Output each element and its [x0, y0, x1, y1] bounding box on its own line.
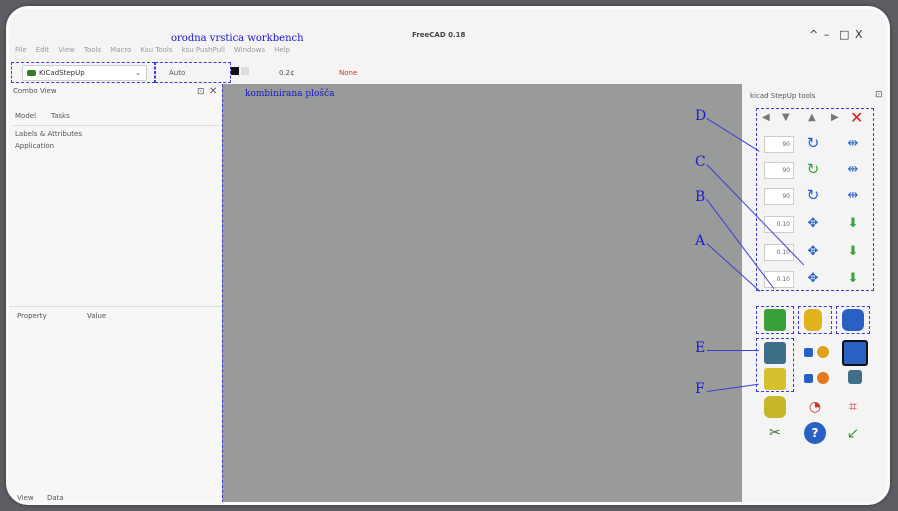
title-bar [9, 9, 887, 49]
rotate-z-icon[interactable]: ↻ [802, 184, 824, 206]
sketch-icon[interactable]: ↙ [842, 422, 864, 444]
tree-item-application[interactable]: Application [15, 142, 54, 150]
menu-macro[interactable]: Macro [110, 46, 131, 60]
menu-ksu-pushpull[interactable]: ksu PushPull [182, 46, 225, 60]
draw-style-label: Auto [169, 69, 186, 77]
window-maximize-button[interactable]: □ [839, 28, 849, 41]
reset-x-icon[interactable]: ✕ [850, 108, 863, 127]
nav-left-icon[interactable]: ◀ [762, 112, 770, 123]
menu-ksu-tools[interactable]: Ksu Tools [140, 46, 172, 60]
box-icon[interactable] [848, 370, 862, 384]
label-b: B [695, 189, 706, 205]
rot-z-value[interactable]: 90 [764, 188, 794, 205]
push-z-icon[interactable]: ⬇ [842, 267, 864, 289]
move-z-value[interactable]: 0.10 [764, 271, 794, 288]
push-y-icon[interactable]: ⬇ [842, 240, 864, 262]
load-footprint-icon[interactable] [764, 368, 786, 390]
move-y-value[interactable]: 0.10 [764, 244, 794, 261]
3d-model-icon[interactable] [842, 340, 868, 366]
property-header: Property [17, 312, 47, 320]
pcb-board-icon[interactable] [764, 309, 786, 331]
tab-tasks[interactable]: Tasks [51, 112, 70, 120]
face-color-swatch[interactable] [241, 67, 249, 75]
align-x-icon[interactable]: ⇹ [842, 132, 864, 154]
combo-view-title: Combo View [13, 87, 57, 95]
auto-highlight [155, 62, 231, 83]
kicad-stepup-tools-panel: kicad StepUp tools ⊡ ◀ ▼ ▲ ▶ ✕ 90 90 90 … [742, 84, 887, 502]
align-z-icon[interactable]: ⇹ [842, 184, 864, 206]
menu-view[interactable]: View [58, 46, 75, 60]
right-panel-title: kicad StepUp tools [750, 92, 816, 100]
nav-up-icon[interactable]: ▲ [808, 112, 816, 123]
menu-windows[interactable]: Windows [234, 46, 265, 60]
annotation-workbench: orodna vrstica workbench [171, 33, 304, 44]
push-x-icon[interactable]: ⬇ [842, 212, 864, 234]
splitter[interactable] [9, 306, 222, 307]
line-width-input[interactable]: 0.2¢ [279, 69, 295, 77]
nav-down-icon[interactable]: ▼ [782, 112, 790, 123]
checkbox-2-icon[interactable] [804, 374, 813, 383]
window-minimize-button[interactable]: – [824, 28, 830, 41]
checkbox-1-icon[interactable] [804, 348, 813, 357]
draw-style-auto[interactable]: Auto [169, 69, 185, 77]
tab-model[interactable]: Model [15, 112, 36, 120]
hole-icon[interactable]: ◔ [804, 396, 826, 418]
rot-x-value[interactable]: 90 [764, 136, 794, 153]
move-z-icon[interactable]: ✥ [802, 267, 824, 289]
line-color-swatch[interactable] [231, 67, 239, 75]
window-close-button[interactable]: X [855, 28, 863, 41]
app-frame: FreeCAD 0.18 ^ – □ X orodna vrstica work… [6, 6, 890, 505]
none-label: None [339, 69, 358, 77]
menu-tools[interactable]: Tools [84, 46, 101, 60]
tab-data[interactable]: Data [47, 494, 64, 502]
label-d: D [695, 108, 707, 124]
move-x-icon[interactable]: ✥ [802, 212, 824, 234]
align-y-icon[interactable]: ⇹ [842, 158, 864, 180]
value-header: Value [87, 312, 107, 320]
close-panel-icon[interactable]: ✕ [209, 86, 217, 97]
float-panel-icon[interactable]: ⊡ [875, 90, 883, 100]
3d-shape-icon[interactable] [842, 309, 864, 331]
label-c: C [695, 154, 706, 170]
menu-file[interactable]: File [15, 46, 27, 60]
annotation-combo: kombinirana ploŝča [245, 89, 335, 99]
menu-edit[interactable]: Edit [36, 46, 50, 60]
label-e: E [695, 340, 706, 356]
move-y-icon[interactable]: ✥ [802, 240, 824, 262]
window-title: FreeCAD 0.18 [412, 31, 466, 39]
workbench-selector[interactable]: KiCadStepUp ⌄ [22, 65, 147, 81]
tab-view[interactable]: View [17, 494, 34, 502]
color-ball-icon[interactable] [817, 346, 829, 358]
rot-y-value[interactable]: 90 [764, 162, 794, 179]
rotate-y-icon[interactable]: ↻ [802, 158, 824, 180]
database-icon[interactable] [764, 396, 786, 418]
color-ball-2-icon[interactable] [817, 372, 829, 384]
workbench-label: KiCadStepUp [39, 69, 85, 77]
tab-divider [13, 125, 219, 126]
label-f: F [695, 381, 705, 397]
label-a: A [695, 233, 706, 249]
help-icon[interactable]: ? [804, 422, 826, 444]
rotate-x-icon[interactable]: ↻ [802, 132, 824, 154]
combo-view-panel: Combo View ⊡ ✕ Model Tasks Labels & Attr… [9, 84, 222, 502]
path-icon[interactable]: ⌗ [842, 396, 864, 418]
cylinder-icon[interactable] [804, 309, 822, 331]
combo-divider-highlight [222, 84, 225, 502]
3d-viewport[interactable] [222, 84, 742, 502]
none-selector[interactable]: None [339, 69, 357, 77]
float-panel-icon[interactable]: ⊡ [197, 87, 205, 97]
nav-right-icon[interactable]: ▶ [831, 112, 839, 123]
menu-bar: File Edit View Tools Macro Ksu Tools ksu… [15, 46, 290, 60]
export-board-icon[interactable] [764, 342, 786, 364]
menu-help[interactable]: Help [274, 46, 290, 60]
leader-e [707, 350, 759, 351]
chevron-down-icon: ⌄ [135, 69, 141, 77]
tree-item-labels[interactable]: Labels & Attributes [15, 130, 82, 138]
kicad-logo-icon [27, 70, 36, 76]
tool-icon[interactable]: ✂ [764, 422, 786, 444]
move-x-value[interactable]: 0.10 [764, 216, 794, 233]
window-expand-button[interactable]: ^ [809, 28, 818, 41]
